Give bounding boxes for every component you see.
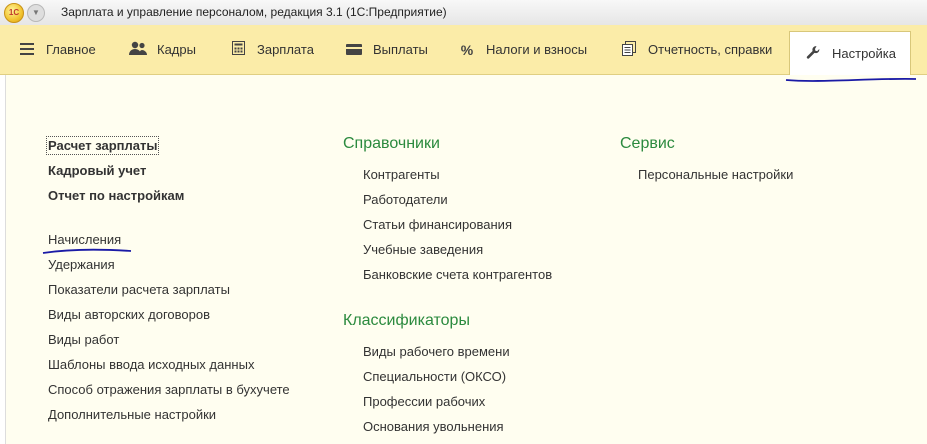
section-label: Главное xyxy=(46,42,96,57)
link-work-types[interactable]: Виды работ xyxy=(48,332,119,347)
section-label: Выплаты xyxy=(373,42,428,57)
wrench-icon xyxy=(804,45,822,63)
card-icon xyxy=(345,42,363,58)
section-label: Настройка xyxy=(832,46,896,61)
link-dismissal-grounds[interactable]: Основания увольнения xyxy=(363,419,504,434)
section-label: Налоги и взносы xyxy=(486,42,588,57)
link-employers[interactable]: Работодатели xyxy=(363,192,448,207)
section-label: Кадры xyxy=(157,42,196,57)
link-worker-professions[interactable]: Профессии рабочих xyxy=(363,394,485,409)
section-salary[interactable]: Зарплата xyxy=(229,25,314,74)
main-menu-button[interactable]: ▼ xyxy=(27,4,45,22)
people-icon xyxy=(129,41,147,58)
section-label: Отчетность, справки xyxy=(648,42,773,57)
reports-icon xyxy=(620,40,638,59)
heading-classifiers: Классификаторы xyxy=(343,312,470,329)
section-payments[interactable]: Выплаты xyxy=(345,25,428,74)
section-main[interactable]: Главное xyxy=(18,25,96,74)
app-logo[interactable]: 1С xyxy=(4,3,24,23)
title-bar: 1С ▼ Зарплата и управление персоналом, р… xyxy=(0,0,927,26)
link-settings-report[interactable]: Отчет по настройкам xyxy=(48,188,184,203)
link-personal-settings[interactable]: Персональные настройки xyxy=(638,167,793,182)
link-hr-accounting[interactable]: Кадровый учет xyxy=(48,163,146,178)
section-personnel[interactable]: Кадры xyxy=(129,25,196,74)
percent-icon: % xyxy=(460,41,474,58)
section-label: Зарплата xyxy=(257,42,314,57)
link-payroll-indicators[interactable]: Показатели расчета зарплаты xyxy=(48,282,230,297)
link-payroll-calculation[interactable]: Расчет зарплаты xyxy=(45,136,160,155)
section-reports[interactable]: Отчетность, справки xyxy=(620,25,772,74)
link-accounting-reflection[interactable]: Способ отражения зарплаты в бухучете xyxy=(48,382,290,397)
sections-panel: Главное Кадры Зарплата Выплаты % Налоги … xyxy=(0,25,927,75)
link-counterparties[interactable]: Контрагенты xyxy=(363,167,440,182)
section-settings[interactable]: Настройка xyxy=(789,31,911,75)
link-author-contract-types[interactable]: Виды авторских договоров xyxy=(48,307,210,322)
link-input-templates[interactable]: Шаблоны ввода исходных данных xyxy=(48,357,254,372)
section-taxes[interactable]: % Налоги и взносы xyxy=(458,25,587,74)
link-specialties-okso[interactable]: Специальности (ОКСО) xyxy=(363,369,506,384)
link-counterparty-bank-accounts[interactable]: Банковские счета контрагентов xyxy=(363,267,552,282)
link-deductions[interactable]: Удержания xyxy=(48,257,115,272)
link-educational-institutions[interactable]: Учебные заведения xyxy=(363,242,483,257)
link-financing-items[interactable]: Статьи финансирования xyxy=(363,217,512,232)
link-working-time-types[interactable]: Виды рабочего времени xyxy=(363,344,510,359)
heading-service: Сервис xyxy=(620,135,675,152)
window-title: Зарплата и управление персоналом, редакц… xyxy=(61,5,447,19)
link-additional-settings[interactable]: Дополнительные настройки xyxy=(48,407,216,422)
menu-icon xyxy=(18,42,36,58)
link-accruals[interactable]: Начисления xyxy=(48,232,121,247)
calculator-icon xyxy=(229,41,247,58)
heading-directories: Справочники xyxy=(343,135,440,152)
